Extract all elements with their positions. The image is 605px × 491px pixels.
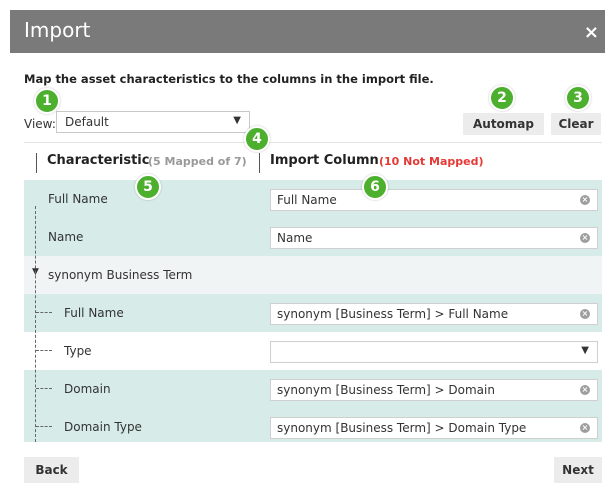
- mapping-header: Characteristic (5 Mapped of 7) Import Co…: [24, 142, 602, 180]
- header-divider: [36, 153, 37, 173]
- header-divider: [259, 153, 260, 173]
- chevron-down-icon: ▼: [233, 115, 241, 126]
- row-label: Full Name: [48, 192, 108, 206]
- step-badge-6: 6: [362, 174, 388, 200]
- table-row: Name Name ×: [24, 218, 602, 256]
- not-mapped-count: (10 Not Mapped): [379, 155, 484, 168]
- group-row[interactable]: ▼ synonym Business Term: [24, 256, 602, 294]
- step-badge-2: 2: [489, 85, 515, 111]
- clear-icon[interactable]: ×: [580, 195, 590, 205]
- table-row: Type ▼: [24, 332, 602, 370]
- row-label: Type: [64, 344, 92, 358]
- characteristic-count: (5 Mapped of 7): [148, 155, 247, 168]
- tree-connector: [36, 350, 52, 351]
- field-value: synonym [Business Term] > Domain Type: [277, 421, 527, 435]
- clear-icon[interactable]: ×: [580, 385, 590, 395]
- chevron-down-icon: ▼: [581, 345, 589, 356]
- tree-line: [35, 206, 36, 442]
- clear-icon[interactable]: ×: [580, 309, 590, 319]
- import-column-field[interactable]: synonym [Business Term] > Domain Type ×: [270, 417, 598, 439]
- table-row: Full Name Full Name ×: [24, 180, 602, 218]
- row-label: Full Name: [64, 306, 124, 320]
- group-label: synonym Business Term: [48, 268, 193, 282]
- view-select-value: Default: [65, 115, 109, 129]
- automap-button[interactable]: Automap: [463, 113, 544, 135]
- top-margin: [0, 0, 605, 10]
- close-icon[interactable]: ×: [584, 22, 599, 43]
- clear-button[interactable]: Clear: [551, 113, 601, 135]
- instruction-text: Map the asset characteristics to the col…: [24, 72, 434, 86]
- tree-connector: [36, 312, 52, 313]
- import-column-field[interactable]: Full Name ×: [270, 189, 598, 211]
- import-column-field[interactable]: synonym [Business Term] > Domain ×: [270, 379, 598, 401]
- import-column-header: Import Column: [270, 153, 379, 168]
- row-label: Domain Type: [64, 420, 142, 434]
- clear-icon[interactable]: ×: [580, 233, 590, 243]
- view-select[interactable]: Default ▼: [56, 111, 250, 133]
- import-column-field[interactable]: Name ×: [270, 227, 598, 249]
- clear-icon[interactable]: ×: [580, 423, 590, 433]
- table-row: Full Name synonym [Business Term] > Full…: [24, 294, 602, 332]
- field-value: Full Name: [277, 193, 337, 207]
- step-badge-3: 3: [565, 85, 591, 111]
- characteristic-header: Characteristic: [47, 153, 150, 168]
- back-button[interactable]: Back: [24, 457, 79, 483]
- table-row: Domain synonym [Business Term] > Domain …: [24, 370, 602, 408]
- next-button[interactable]: Next: [554, 457, 602, 483]
- mapping-grid: Full Name Full Name × Name Name × ▼ syno…: [24, 180, 602, 442]
- step-badge-5: 5: [135, 174, 161, 200]
- dialog-titlebar: Import ×: [10, 10, 605, 53]
- view-label: View:: [24, 117, 56, 131]
- import-column-field[interactable]: synonym [Business Term] > Full Name ×: [270, 303, 598, 325]
- field-value: Name: [277, 231, 313, 245]
- import-column-select[interactable]: ▼: [270, 341, 598, 363]
- tree-connector: [36, 388, 52, 389]
- step-badge-1: 1: [34, 88, 60, 114]
- row-label: Domain: [64, 382, 111, 396]
- field-value: synonym [Business Term] > Domain: [277, 383, 495, 397]
- tree-connector: [36, 426, 52, 427]
- field-value: synonym [Business Term] > Full Name: [277, 307, 509, 321]
- dialog-title: Import: [24, 18, 91, 42]
- table-row: Domain Type synonym [Business Term] > Do…: [24, 408, 602, 442]
- row-label: Name: [48, 230, 84, 244]
- step-badge-4: 4: [244, 126, 270, 152]
